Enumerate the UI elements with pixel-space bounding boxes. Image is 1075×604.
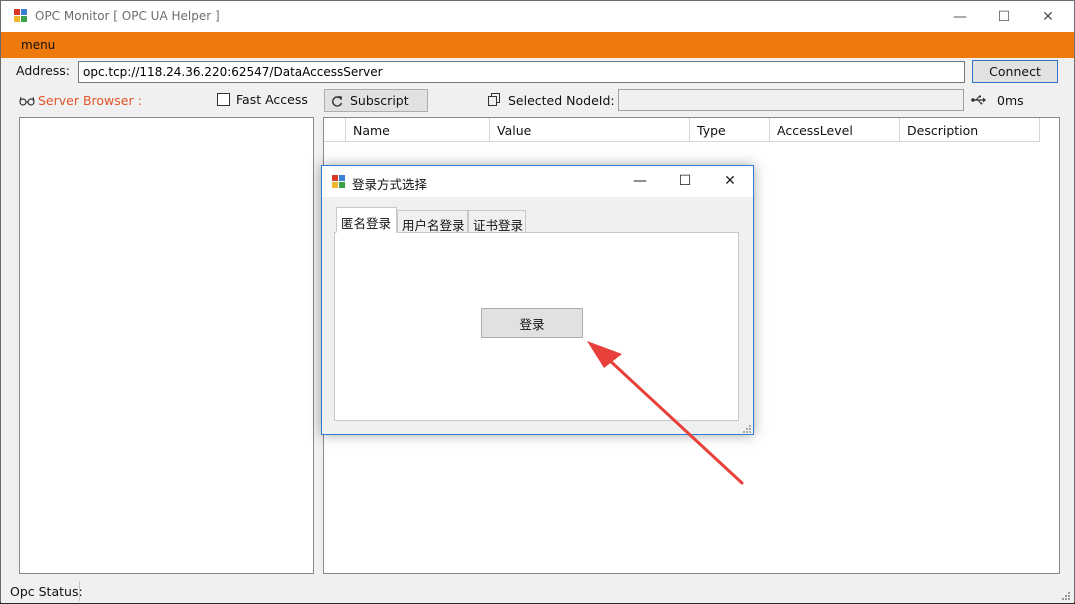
- dialog-minimize-button[interactable]: —: [618, 166, 662, 196]
- minimize-button[interactable]: —: [937, 1, 983, 32]
- dialog-maximize-button[interactable]: ☐: [663, 166, 707, 196]
- fast-access-checkbox[interactable]: [217, 93, 230, 106]
- selected-nodeid-label: Selected NodeId:: [508, 93, 615, 108]
- dialog-resize-grip-icon[interactable]: [742, 424, 752, 434]
- usb-icon: [971, 95, 986, 105]
- status-separator: [79, 581, 80, 601]
- address-label: Address:: [16, 63, 70, 78]
- column-header-description[interactable]: Description: [900, 118, 1040, 142]
- connect-button[interactable]: Connect: [972, 60, 1058, 83]
- opc-status-label: Opc Status:: [10, 584, 83, 599]
- tab-username-login[interactable]: 用户名登录: [397, 210, 468, 233]
- menu-bar: menu: [1, 32, 1074, 58]
- subscript-label: Subscript: [350, 93, 409, 108]
- selected-nodeid-input[interactable]: [618, 89, 964, 111]
- window-title: OPC Monitor [ OPC UA Helper ]: [35, 9, 220, 23]
- column-header-value[interactable]: Value: [490, 118, 690, 142]
- fast-access-label[interactable]: Fast Access: [236, 92, 308, 107]
- resize-grip-icon[interactable]: [1061, 591, 1071, 601]
- server-browser-tree[interactable]: [19, 117, 314, 574]
- column-header-accesslevel[interactable]: AccessLevel: [770, 118, 900, 142]
- copy-icon: [488, 93, 500, 106]
- close-button[interactable]: ✕: [1025, 1, 1071, 32]
- dialog-title-bar: 登录方式选择 — ☐ ✕: [322, 166, 753, 197]
- menu-item-menu[interactable]: menu: [21, 38, 55, 52]
- dialog-app-icon: [332, 175, 346, 189]
- address-input[interactable]: opc.tcp://118.24.36.220:62547/DataAccess…: [78, 61, 965, 83]
- server-browser-label: Server Browser :: [38, 93, 142, 108]
- grid-header: Name Value Type AccessLevel Description: [324, 118, 1040, 142]
- title-bar: OPC Monitor [ OPC UA Helper ] — ☐ ✕: [1, 1, 1074, 32]
- subscript-button[interactable]: Subscript: [324, 89, 428, 112]
- dialog-close-button[interactable]: ✕: [708, 166, 752, 196]
- maximize-button[interactable]: ☐: [981, 1, 1027, 32]
- app-icon: [14, 9, 28, 23]
- status-bar: Opc Status:: [1, 579, 1074, 603]
- column-header-type[interactable]: Type: [690, 118, 770, 142]
- refresh-icon: [332, 96, 343, 107]
- glasses-icon: [19, 96, 35, 106]
- latency-value: 0ms: [997, 93, 1024, 108]
- column-header-name[interactable]: Name: [346, 118, 490, 142]
- dialog-title: 登录方式选择: [352, 177, 428, 192]
- login-button[interactable]: 登录: [481, 308, 583, 338]
- tab-anonymous-login[interactable]: 匿名登录: [336, 207, 397, 233]
- tab-certificate-login[interactable]: 证书登录: [468, 210, 526, 233]
- grid-row-header: [324, 118, 346, 142]
